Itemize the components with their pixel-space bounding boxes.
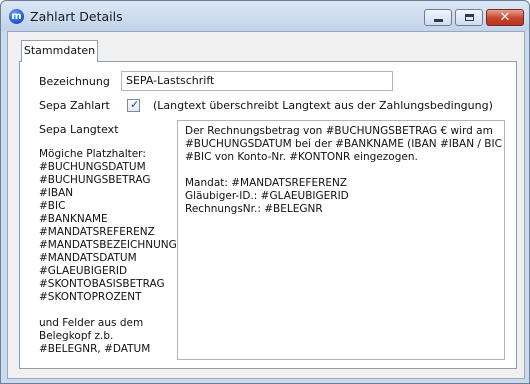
sepa-langtext-textarea[interactable]: Der Rechnungsbetrag von #BUCHUNGSBETRAG … bbox=[177, 120, 505, 360]
close-icon: ✕ bbox=[499, 10, 511, 25]
bezeichnung-label: Bezeichnung bbox=[39, 75, 110, 88]
langtext-line: Mandat: #MANDATSREFERENZ bbox=[185, 177, 348, 189]
placeholder-item: #GLAEUBIGERID bbox=[39, 265, 128, 277]
placeholder-item: #SKONTOBASISBETRAG bbox=[39, 278, 165, 290]
bezeichnung-value: SEPA-Lastschrift bbox=[126, 74, 215, 87]
placeholder-item: #SKONTOPROZENT bbox=[39, 291, 142, 303]
tab-panel-stammdaten: Bezeichnung SEPA-Lastschrift Sepa Zahlar… bbox=[19, 61, 517, 369]
dialog-window: m Zahlart Details ✕ Stammdaten Bezeichnu… bbox=[0, 0, 530, 384]
sepa-langtext-label: Sepa Langtext bbox=[39, 123, 119, 136]
placeholder-item: #BUCHUNGSDATUM bbox=[39, 161, 146, 173]
langtext-line bbox=[185, 164, 497, 177]
minimize-button[interactable] bbox=[424, 9, 452, 26]
langtext-line: Der Rechnungsbetrag von #BUCHUNGSBETRAG … bbox=[185, 125, 493, 137]
placeholder-item: #BIC bbox=[39, 200, 66, 212]
langtext-line: #BUCHUNGSDATUM bei der #BANKNAME (IBAN #… bbox=[185, 138, 502, 150]
extra-note-line: und Felder aus dem bbox=[39, 317, 144, 329]
placeholder-item: #MANDATSREFERENZ bbox=[39, 226, 155, 238]
title-bar[interactable]: m Zahlart Details ✕ bbox=[1, 1, 529, 31]
sepa-zahlart-label: Sepa Zahlart bbox=[39, 99, 110, 112]
maximize-icon bbox=[464, 14, 474, 21]
placeholder-item: #BUCHUNGSBETRAG bbox=[39, 174, 151, 186]
langtext-line: Gläubiger-ID.: #GLAEUBIGERID bbox=[185, 190, 349, 202]
placeholder-item: #MANDATSBEZEICHNUNG bbox=[39, 239, 177, 251]
placeholder-item: #MANDATSDATUM bbox=[39, 252, 137, 264]
maximize-button[interactable] bbox=[455, 9, 483, 26]
extra-note-line: #BELEGNR, #DATUM bbox=[39, 343, 151, 355]
extra-note-line: Belegkopf z.b. bbox=[39, 330, 114, 342]
sepa-zahlart-hint: (Langtext überschreibt Langtext aus der … bbox=[153, 99, 493, 112]
client-area: Stammdaten Bezeichnung SEPA-Lastschrift … bbox=[7, 31, 525, 379]
app-logo-icon: m bbox=[9, 9, 24, 24]
langtext-line: #BIC von Konto-Nr. #KONTONR eingezogen. bbox=[185, 151, 418, 163]
bezeichnung-input[interactable]: SEPA-Lastschrift bbox=[121, 71, 393, 91]
close-button[interactable]: ✕ bbox=[486, 9, 524, 26]
langtext-line: RechnungsNr.: #BELEGNR bbox=[185, 203, 323, 215]
placeholders-title: Mögiche Platzhalter: bbox=[39, 148, 146, 160]
placeholder-item: #IBAN bbox=[39, 187, 74, 199]
checkmark-icon: ✓ bbox=[130, 98, 140, 111]
placeholder-item: #BANKNAME bbox=[39, 213, 108, 225]
window-title: Zahlart Details bbox=[30, 9, 123, 24]
sepa-zahlart-checkbox[interactable]: ✓ bbox=[127, 98, 140, 112]
minimize-icon bbox=[433, 19, 443, 22]
tab-stammdaten[interactable]: Stammdaten bbox=[21, 40, 98, 62]
